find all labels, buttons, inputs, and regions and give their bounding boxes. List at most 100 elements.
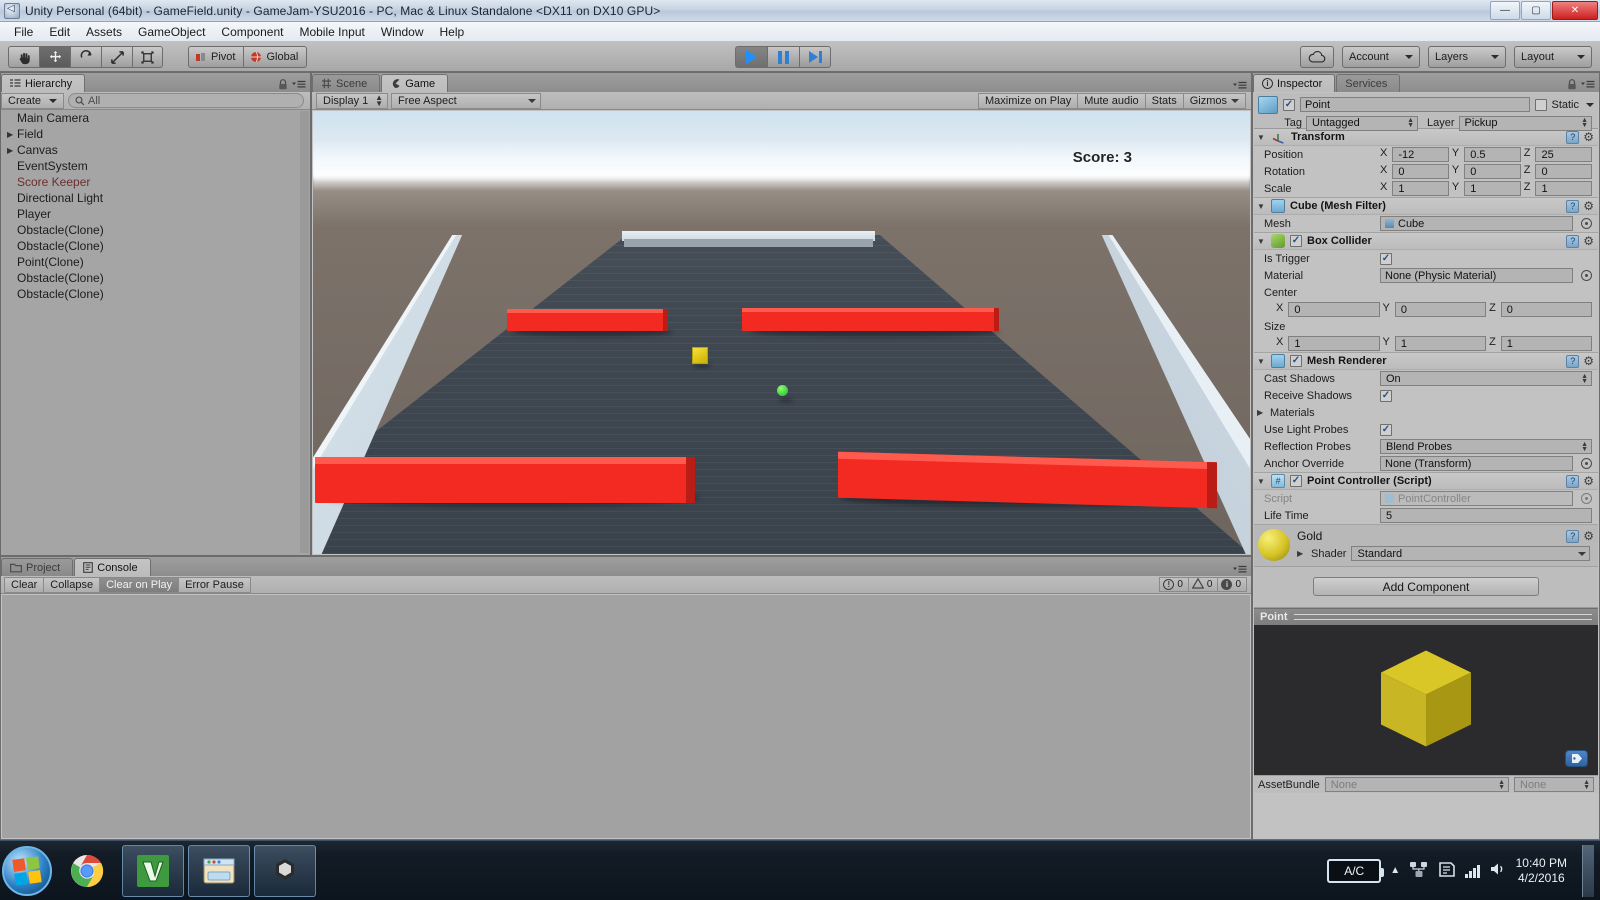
maximize-button[interactable]: ▢ [1521,0,1551,20]
assetbundle-dropdown[interactable]: None ▲ ▼ [1324,777,1509,792]
position-z-field[interactable]: 25 [1535,147,1593,162]
pause-button[interactable] [767,46,799,68]
mesh-object-field[interactable]: Cube [1380,216,1573,231]
cast-shadows-dropdown[interactable]: On ▲ ▼ [1380,371,1592,386]
script-object-field[interactable]: PointController [1380,491,1573,506]
anchor-object-field[interactable]: None (Transform) [1380,456,1573,471]
hierarchy-item[interactable]: Player [1,206,310,222]
script-picker-icon[interactable] [1581,493,1592,504]
search-input[interactable]: All [68,93,304,108]
gizmos-toggle[interactable]: Gizmos [1182,92,1246,109]
foldout-icon[interactable]: ▶ [7,146,17,155]
aspect-dropdown[interactable]: Free Aspect [391,92,541,109]
foldout-icon[interactable]: ▶ [1297,549,1306,558]
scale-x-field[interactable]: 1 [1392,181,1449,196]
display-dropdown[interactable]: Display 1 ▲ ▼ [316,92,388,109]
assetbundle-variant-dropdown[interactable]: None ▲ ▼ [1514,777,1594,792]
receive-shadows-checkbox[interactable] [1380,389,1392,402]
center-y-field[interactable]: 0 [1394,302,1487,317]
foldout-icon[interactable]: ▶ [7,130,17,139]
console-log-list[interactable] [2,595,1250,838]
size-z-field[interactable]: 1 [1500,336,1592,351]
transform-header[interactable]: ▼ Transform ? ⚙ [1254,129,1598,146]
foldout-icon[interactable]: ▼ [1257,357,1266,366]
life-time-field[interactable]: 5 [1380,508,1592,523]
info-count[interactable]: i 0 [1217,577,1247,592]
create-button[interactable]: Create [1,92,65,109]
static-checkbox[interactable] [1535,98,1548,111]
rect-tool-icon[interactable] [132,46,163,68]
rotate-tool-icon[interactable] [70,46,101,68]
error-count[interactable]: ! 0 [1159,577,1188,592]
anchor-picker-icon[interactable] [1581,458,1592,469]
asset-preview[interactable] [1254,625,1598,775]
foldout-icon[interactable]: ▼ [1257,237,1266,246]
tab-game[interactable]: Game [381,74,449,92]
rotation-z-field[interactable]: 0 [1535,164,1593,179]
help-icon[interactable]: ? [1566,529,1580,543]
hierarchy-item[interactable]: Point(Clone) [1,254,310,270]
static-toggle[interactable]: Static [1535,98,1594,111]
vim-taskbar-icon[interactable] [122,844,184,897]
layers-dropdown[interactable]: Layers [1428,46,1506,68]
menu-component[interactable]: Component [213,23,291,41]
mesh-renderer-header[interactable]: ▼ Mesh Renderer ? ⚙ [1254,353,1598,370]
hierarchy-list[interactable]: Main Camera ▶ Field ▶ Canvas EventSystem Score… [1,110,310,555]
tab-hierarchy[interactable]: Hierarchy [1,74,86,92]
center-x-field[interactable]: 0 [1288,302,1380,317]
help-icon[interactable]: ? [1566,234,1580,248]
foldout-icon[interactable]: ▶ [1257,408,1266,417]
help-icon[interactable]: ? [1566,474,1580,488]
mute-audio-toggle[interactable]: Mute audio [1077,92,1145,109]
object-enabled-checkbox[interactable] [1283,98,1295,111]
menu-window[interactable]: Window [373,23,432,41]
menu-help[interactable]: Help [432,23,473,41]
light-probes-checkbox[interactable] [1380,423,1392,436]
menu-mobile-input[interactable]: Mobile Input [291,23,372,41]
signal-icon[interactable] [1465,864,1480,878]
explorer-taskbar-icon[interactable] [188,844,250,897]
chrome-taskbar-icon[interactable] [56,845,118,897]
help-icon[interactable]: ? [1566,199,1580,213]
is-trigger-checkbox[interactable] [1380,252,1392,265]
hand-tool-icon[interactable] [8,46,39,68]
mesh-filter-header[interactable]: ▼ Cube (Mesh Filter) ? ⚙ [1254,198,1598,215]
tab-project[interactable]: Project [1,558,74,576]
add-component-button[interactable]: Add Component [1313,577,1539,596]
hierarchy-item[interactable]: ▶ Canvas [1,142,310,158]
hierarchy-item[interactable]: Obstacle(Clone) [1,270,310,286]
cloud-icon[interactable] [1300,46,1334,68]
show-hidden-icons-arrow[interactable]: ▲ [1390,865,1400,876]
gear-icon[interactable]: ⚙ [1583,200,1594,212]
unity-taskbar-icon[interactable] [254,844,316,897]
collapse-button[interactable]: Collapse [43,576,100,593]
volume-icon[interactable] [1489,861,1507,880]
shader-dropdown[interactable]: Standard [1351,546,1590,561]
action-center-icon[interactable] [1438,861,1456,881]
hierarchy-item[interactable]: Obstacle(Clone) [1,238,310,254]
position-y-field[interactable]: 0.5 [1464,147,1521,162]
account-dropdown[interactable]: Account [1342,46,1420,68]
hierarchy-item[interactable]: Score Keeper [1,174,310,190]
point-controller-header[interactable]: ▼ # Point Controller (Script) ? ⚙ [1254,473,1598,490]
foldout-icon[interactable]: ▼ [1257,133,1266,142]
gear-icon[interactable]: ⚙ [1583,475,1594,487]
gear-icon[interactable]: ⚙ [1583,355,1594,367]
mesh-renderer-enabled-checkbox[interactable] [1290,355,1302,367]
foldout-icon[interactable]: ▼ [1257,477,1266,486]
preview-header[interactable]: Point [1254,608,1598,625]
error-pause-button[interactable]: Error Pause [178,576,251,593]
menu-file[interactable]: File [6,23,41,41]
hierarchy-item[interactable]: Main Camera [1,110,310,126]
gear-icon[interactable]: ⚙ [1583,131,1594,143]
move-tool-icon[interactable] [39,46,70,68]
menu-assets[interactable]: Assets [78,23,130,41]
clear-button[interactable]: Clear [4,576,44,593]
box-collider-enabled-checkbox[interactable] [1290,235,1302,247]
clear-on-play-button[interactable]: Clear on Play [99,576,179,593]
center-z-field[interactable]: 0 [1500,302,1592,317]
scale-tool-icon[interactable] [101,46,132,68]
close-button[interactable]: ✕ [1552,0,1598,20]
hierarchy-item[interactable]: EventSystem [1,158,310,174]
size-x-field[interactable]: 1 [1288,336,1380,351]
